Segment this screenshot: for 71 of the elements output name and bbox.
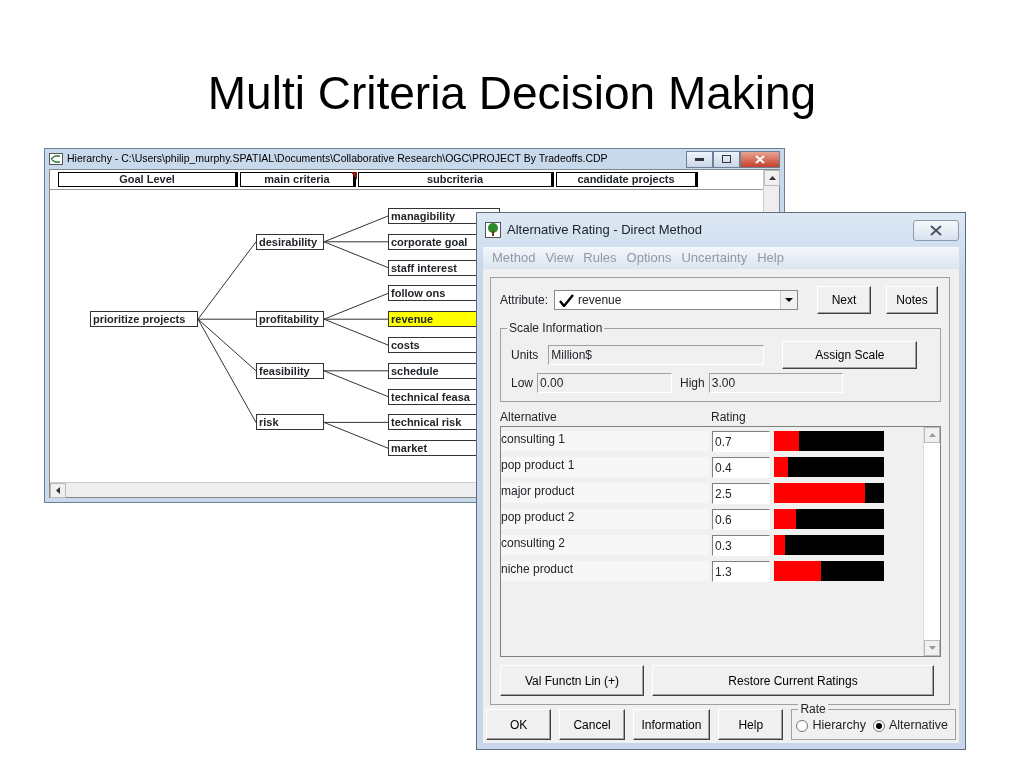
column-header[interactable]: candidate projects	[556, 172, 698, 187]
close-icon	[755, 154, 765, 164]
rating-field[interactable]: 1.3	[712, 560, 770, 582]
tree-node[interactable]: risk	[256, 414, 324, 431]
down-arrow-icon	[928, 646, 936, 650]
value-function-button[interactable]: Val Functn Lin (+)	[500, 665, 644, 696]
ok-button[interactable]: OK	[486, 709, 552, 740]
rating-bar[interactable]	[774, 561, 884, 581]
alternative-name: pop product 1	[501, 457, 709, 477]
restore-ratings-button[interactable]: Restore Current Ratings	[652, 665, 934, 696]
up-arrow-icon	[928, 433, 936, 437]
column-header: Alternative	[500, 409, 558, 426]
slide-title: Multi Criteria Decision Making	[206, 66, 818, 121]
close-button[interactable]	[913, 219, 959, 241]
high-field: 3.00	[708, 373, 843, 393]
rating-bar[interactable]	[774, 509, 884, 529]
minimize-button[interactable]	[686, 150, 713, 168]
alternative-name: niche product	[501, 561, 709, 581]
dropdown-arrow-icon	[785, 298, 794, 302]
up-arrow-icon	[768, 176, 776, 180]
cancel-button[interactable]: Cancel	[559, 709, 625, 740]
maximize-button[interactable]	[713, 150, 740, 168]
scroll-left-button[interactable]	[50, 483, 66, 498]
alternative-name: consulting 1	[501, 431, 709, 451]
tree-node[interactable]: prioritize projects	[90, 311, 198, 328]
rating-field[interactable]: 2.5	[712, 482, 770, 504]
attribute-dropdown[interactable]: revenue	[554, 290, 799, 310]
notes-button[interactable]: Notes	[886, 286, 939, 314]
tree-node[interactable]: feasibility	[256, 362, 324, 379]
hierarchy-app-icon	[49, 153, 63, 165]
window-title: Hierarchy - C:\Users\philip_murphy.SPATIAL\Documents\Collaborative Research\OGC\PROJECT By Tradeoffs.CDP	[67, 151, 608, 167]
radio-button[interactable]	[872, 719, 885, 732]
scroll-up-button[interactable]	[764, 170, 780, 186]
help-button[interactable]: Help	[718, 709, 784, 740]
radio-label[interactable]: Alternative	[888, 716, 948, 735]
alternative-name: consulting 2	[501, 535, 709, 555]
tree-node[interactable]: profitability	[256, 311, 324, 328]
close-button[interactable]	[740, 150, 780, 168]
rating-field[interactable]: 0.7	[712, 430, 770, 452]
rating-field[interactable]: 0.6	[712, 508, 770, 530]
rating-bar[interactable]	[774, 457, 884, 477]
column-header: Rating	[711, 409, 746, 426]
left-arrow-icon	[56, 487, 60, 494]
column-header[interactable]: subcriteria	[358, 172, 554, 187]
tree-node[interactable]: desirability	[256, 233, 324, 250]
attribute-label: Attribute:	[500, 292, 549, 309]
information-button[interactable]: Information	[632, 709, 711, 740]
column-header[interactable]: main criteria	[240, 172, 356, 187]
rating-bar[interactable]	[774, 483, 884, 503]
rating-field[interactable]: 0.4	[712, 456, 770, 478]
scale-information-legend: Scale Information	[507, 321, 605, 335]
radio-button[interactable]	[796, 719, 809, 732]
alternative-name: pop product 2	[501, 509, 709, 529]
assign-scale-button[interactable]: Assign Scale	[782, 341, 918, 369]
units-label: Units	[511, 347, 539, 364]
maximize-icon	[722, 155, 731, 163]
dialog-title: Alternative Rating - Direct Method	[507, 221, 703, 240]
low-field: 0.00	[537, 373, 672, 393]
close-icon	[930, 224, 942, 236]
tree-icon	[485, 222, 501, 238]
rating-field[interactable]: 0.3	[712, 534, 770, 556]
alternative-name: major product	[501, 483, 709, 503]
high-label: High	[680, 375, 705, 392]
rating-bar[interactable]	[774, 535, 884, 555]
units-field: Million$	[548, 345, 765, 365]
next-button[interactable]: Next	[817, 286, 872, 314]
minimize-icon	[695, 157, 704, 161]
low-label: Low	[511, 375, 533, 392]
radio-label[interactable]: Hierarchy	[812, 716, 866, 735]
column-header[interactable]: Goal Level	[58, 172, 238, 187]
rating-bar[interactable]	[774, 431, 884, 451]
